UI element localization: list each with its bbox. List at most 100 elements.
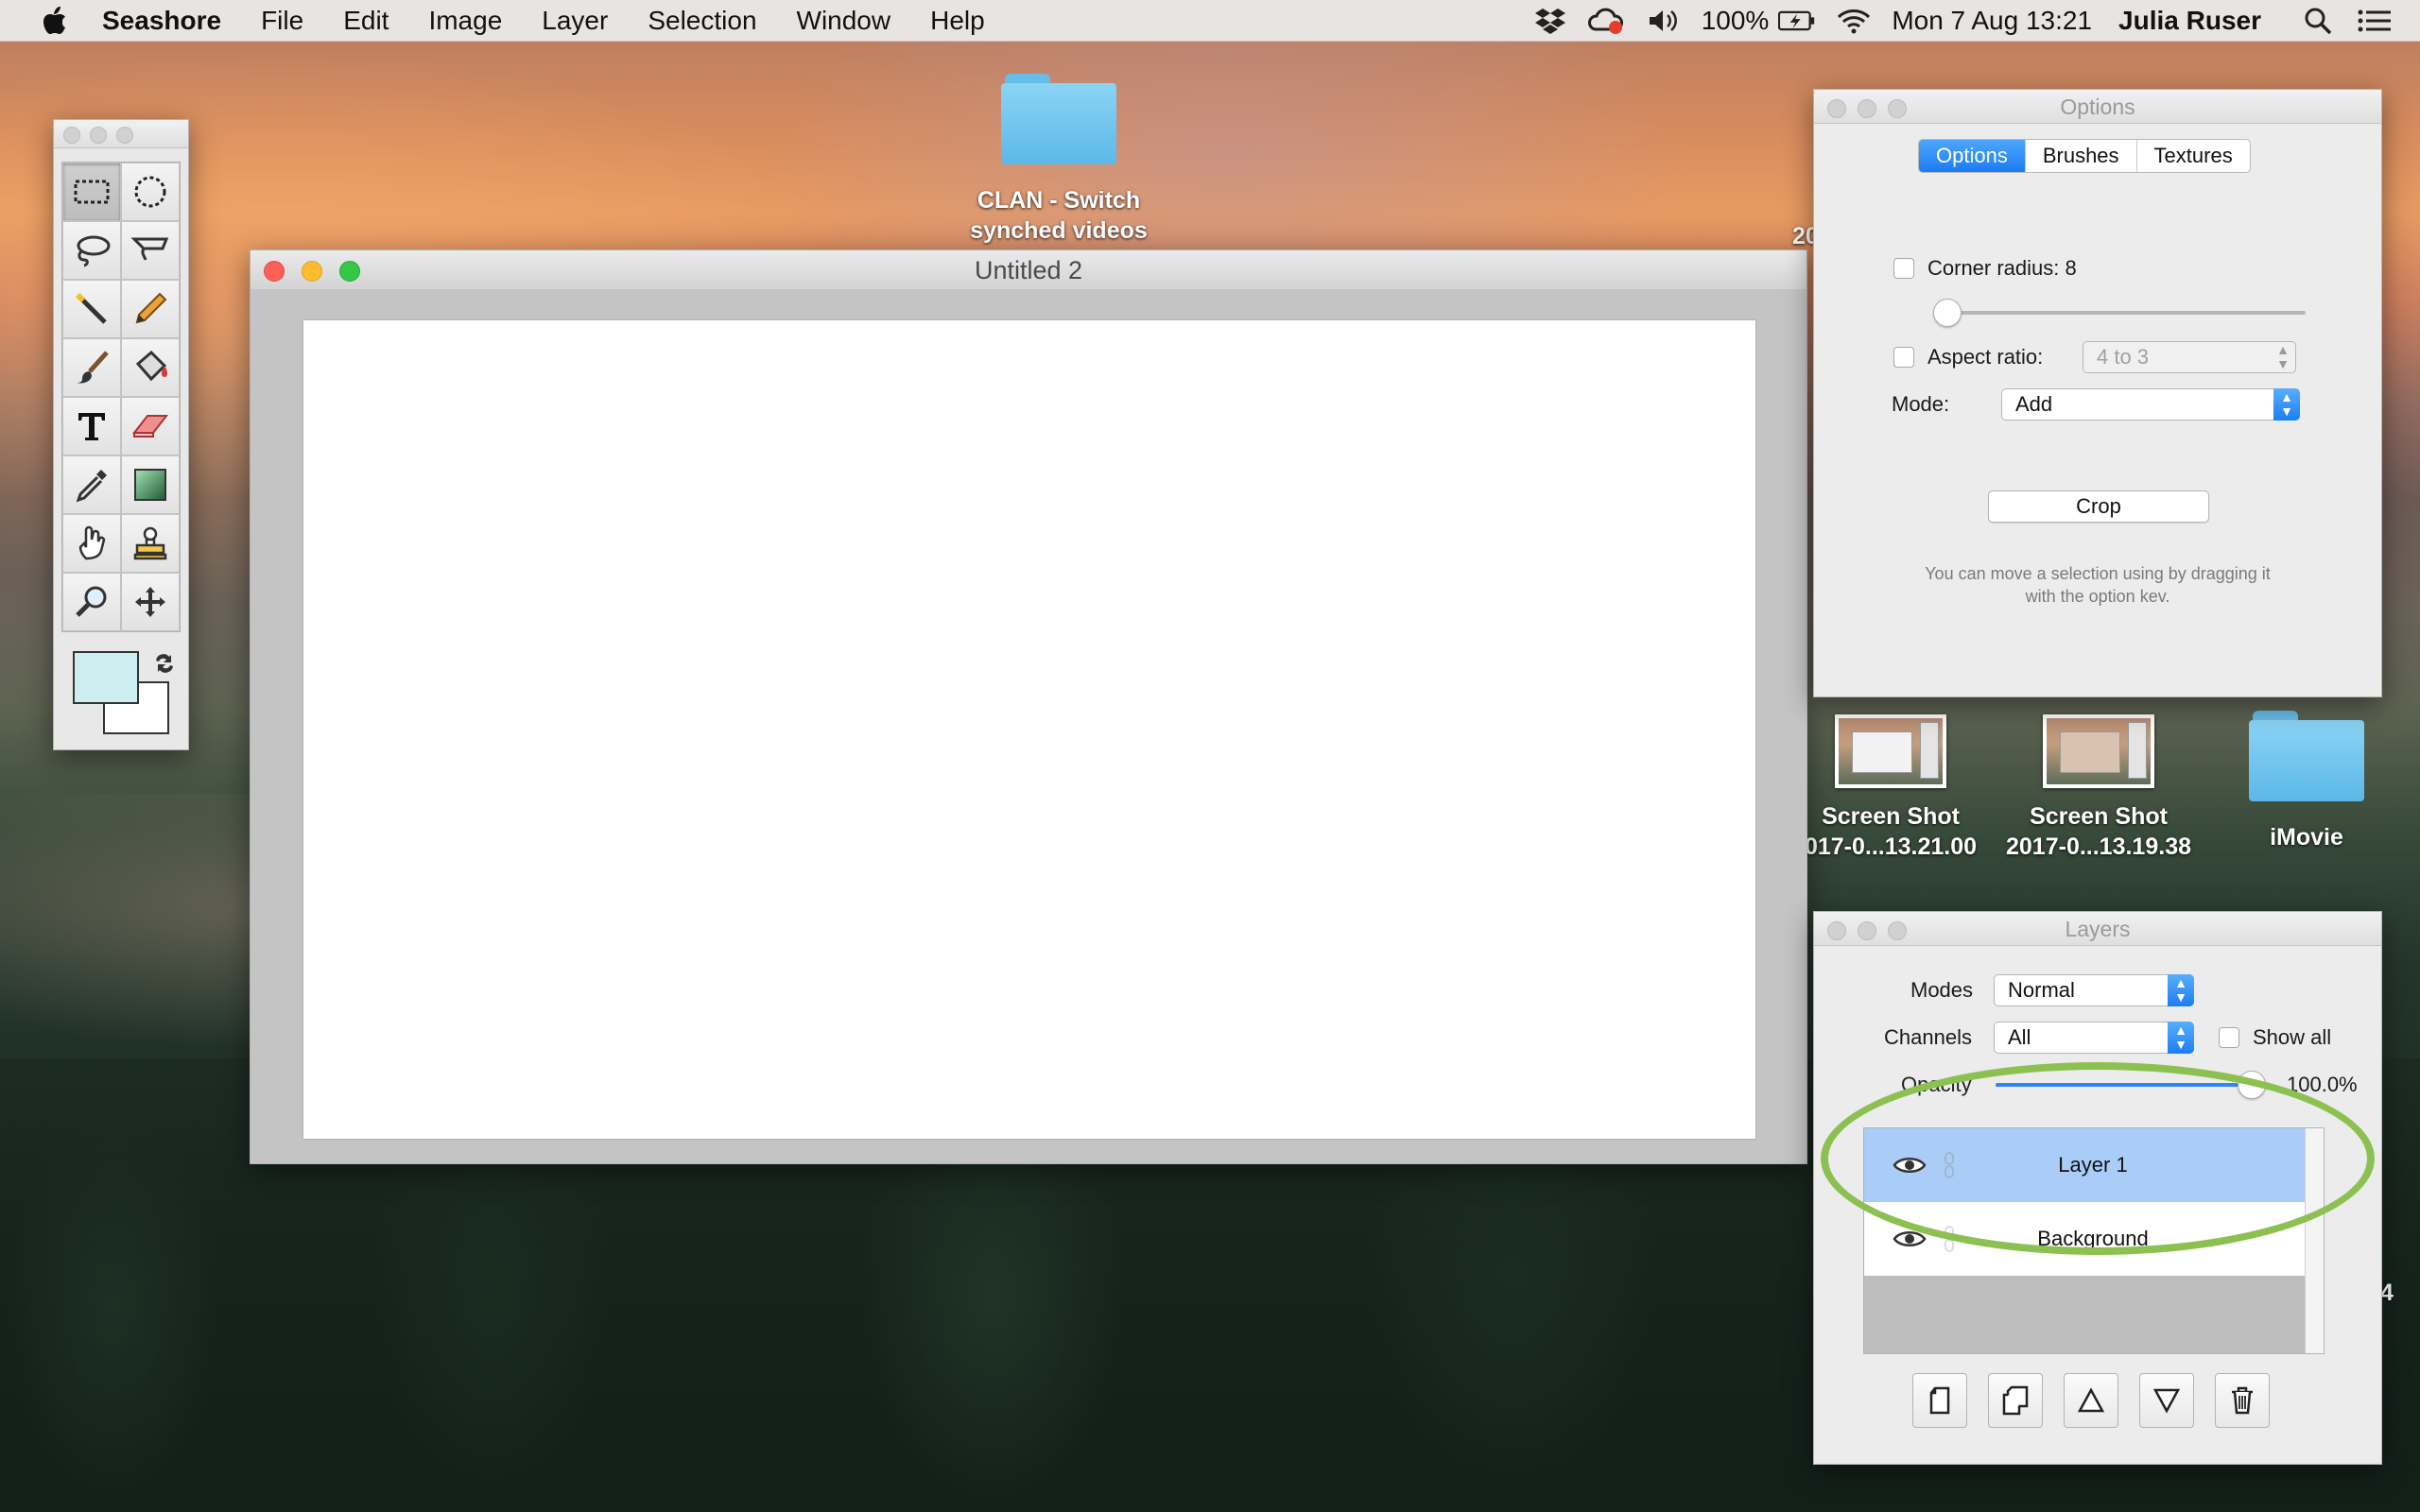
wifi-icon[interactable] [1835,2,1873,40]
menu-help[interactable]: Help [930,6,985,36]
corner-radius-slider-track[interactable] [1939,311,2306,315]
close-button[interactable] [264,261,285,282]
options-titlebar[interactable]: Options [1814,90,2381,124]
dropbox-icon[interactable] [1531,2,1569,40]
close-button[interactable] [63,127,80,144]
corner-radius-row: Corner radius: 8 [1893,256,2077,281]
menu-file[interactable]: File [261,6,303,36]
tool-bucket[interactable] [121,338,180,397]
corner-radius-checkbox[interactable] [1893,258,1914,279]
corner-radius-slider-knob[interactable] [1933,299,1962,327]
tool-magic-wand[interactable] [62,280,121,338]
tool-move[interactable] [121,573,180,631]
tab-options[interactable]: Options [1919,140,2025,172]
duplicate-layer-button[interactable] [1988,1373,2043,1428]
minimize-button[interactable] [302,261,322,282]
desktop-screenshot-2[interactable]: Screen Shot 2017-0...13.19.38 [1993,714,2204,862]
zoom-button[interactable] [1888,921,1907,940]
battery-charging-icon[interactable] [1778,2,1816,40]
tool-brush[interactable] [62,338,121,397]
menu-edit[interactable]: Edit [343,6,389,36]
tool-clone-stamp[interactable] [121,514,180,573]
layer-name: Layer 1 [2058,1153,2128,1177]
creative-cloud-icon[interactable] [1587,2,1626,40]
close-button[interactable] [1827,921,1846,940]
zoom-icon [76,586,107,617]
document-title: Untitled 2 [974,256,1083,284]
layer-name: Background [2037,1227,2149,1250]
zoom-button[interactable] [339,261,360,282]
tool-rect-select[interactable] [62,163,121,221]
new-layer-button[interactable] [1912,1373,1967,1428]
desktop-screenshot-2-label-1: Screen Shot [2030,803,2168,830]
layer-row[interactable]: Background [1864,1202,2322,1276]
apple-menu-icon[interactable] [36,5,74,37]
options-hint: You can move a selection using by draggi… [1871,562,2325,608]
layers-titlebar[interactable]: Layers [1814,912,2381,946]
image-canvas[interactable] [303,320,1755,1139]
mode-value: Add [2015,392,2053,416]
tab-textures[interactable]: Textures [2135,140,2250,172]
tool-ellipse-select[interactable] [121,163,180,221]
battery-percent: 100% [1701,6,1770,35]
menu-image[interactable]: Image [428,6,502,36]
folder-icon [1001,74,1116,164]
modes-select[interactable]: Normal ▲ ▼ [1994,974,2194,1006]
crop-button[interactable]: Crop [1988,490,2209,523]
layer-list-scrollbar[interactable] [2305,1128,2324,1353]
menu-selection[interactable]: Selection [648,6,756,36]
tool-gradient[interactable] [121,455,180,514]
minimize-button[interactable] [1858,99,1876,118]
minimize-button[interactable] [1858,921,1876,940]
desktop-folder-imovie[interactable]: iMovie [2248,711,2365,852]
tab-brushes[interactable]: Brushes [2024,140,2136,172]
menubar-user[interactable]: Julia Ruser [2118,6,2261,36]
lasso-icon [77,235,111,267]
tool-lasso[interactable] [62,221,121,280]
mode-select[interactable]: Add ▲ ▼ [2001,388,2300,421]
desktop-folder-clan[interactable]: CLAN - Switch synched videos [945,74,1172,246]
opacity-slider-knob[interactable] [2238,1071,2266,1099]
zoom-button[interactable] [1888,99,1907,118]
raise-layer-button[interactable] [2064,1373,2118,1428]
minimize-button[interactable] [90,127,107,144]
tool-eraser[interactable] [121,397,180,455]
document-titlebar[interactable]: Untitled 2 [251,250,1806,290]
tool-eyedropper[interactable] [62,455,121,514]
desktop-screenshot-1[interactable]: Screen Shot 017-0...13.21.00 [1804,714,1978,862]
menu-bar: Seashore File Edit Image Layer Selection… [0,0,2420,42]
tool-smudge[interactable] [62,514,121,573]
show-all-checkbox[interactable] [2219,1027,2239,1048]
volume-icon[interactable] [1645,2,1683,40]
corner-radius-label: Corner radius: 8 [1927,256,2077,280]
menu-layer[interactable]: Layer [542,6,608,36]
zoom-button[interactable] [116,127,133,144]
color-well [73,651,177,736]
notification-center-icon[interactable] [2356,2,2394,40]
aspect-ratio-checkbox[interactable] [1893,347,1914,368]
delete-layer-button[interactable] [2215,1373,2270,1428]
menu-window[interactable]: Window [797,6,891,36]
close-button[interactable] [1827,99,1846,118]
tool-polygon-lasso[interactable] [121,221,180,280]
opacity-label: Opacity [1901,1073,1972,1096]
toolbox-titlebar[interactable] [54,120,188,148]
layer-row[interactable]: Layer 1 [1864,1128,2322,1202]
tool-text[interactable] [62,397,121,455]
tool-pencil[interactable] [121,280,180,338]
aspect-ratio-select[interactable]: 4 to 3 ▲ ▼ [2083,341,2296,373]
swap-colors-icon[interactable] [152,651,177,676]
options-title: Options [2060,94,2135,119]
channels-value: All [2008,1025,2031,1049]
foreground-color-swatch[interactable] [73,651,139,704]
desktop-edge-label: 4 [2380,1280,2394,1306]
desktop-folder-clan-label-1: CLAN - Switch [977,187,1141,214]
opacity-slider-track[interactable] [1996,1083,2251,1087]
tool-zoom[interactable] [62,573,121,631]
spotlight-search-icon[interactable] [2299,2,2337,40]
ellipse-select-icon [134,176,166,208]
channels-select[interactable]: All ▲ ▼ [1994,1022,2194,1054]
menu-app-name[interactable]: Seashore [102,6,221,36]
menubar-clock[interactable]: Mon 7 Aug 13:21 [1892,6,2092,36]
lower-layer-button[interactable] [2139,1373,2194,1428]
